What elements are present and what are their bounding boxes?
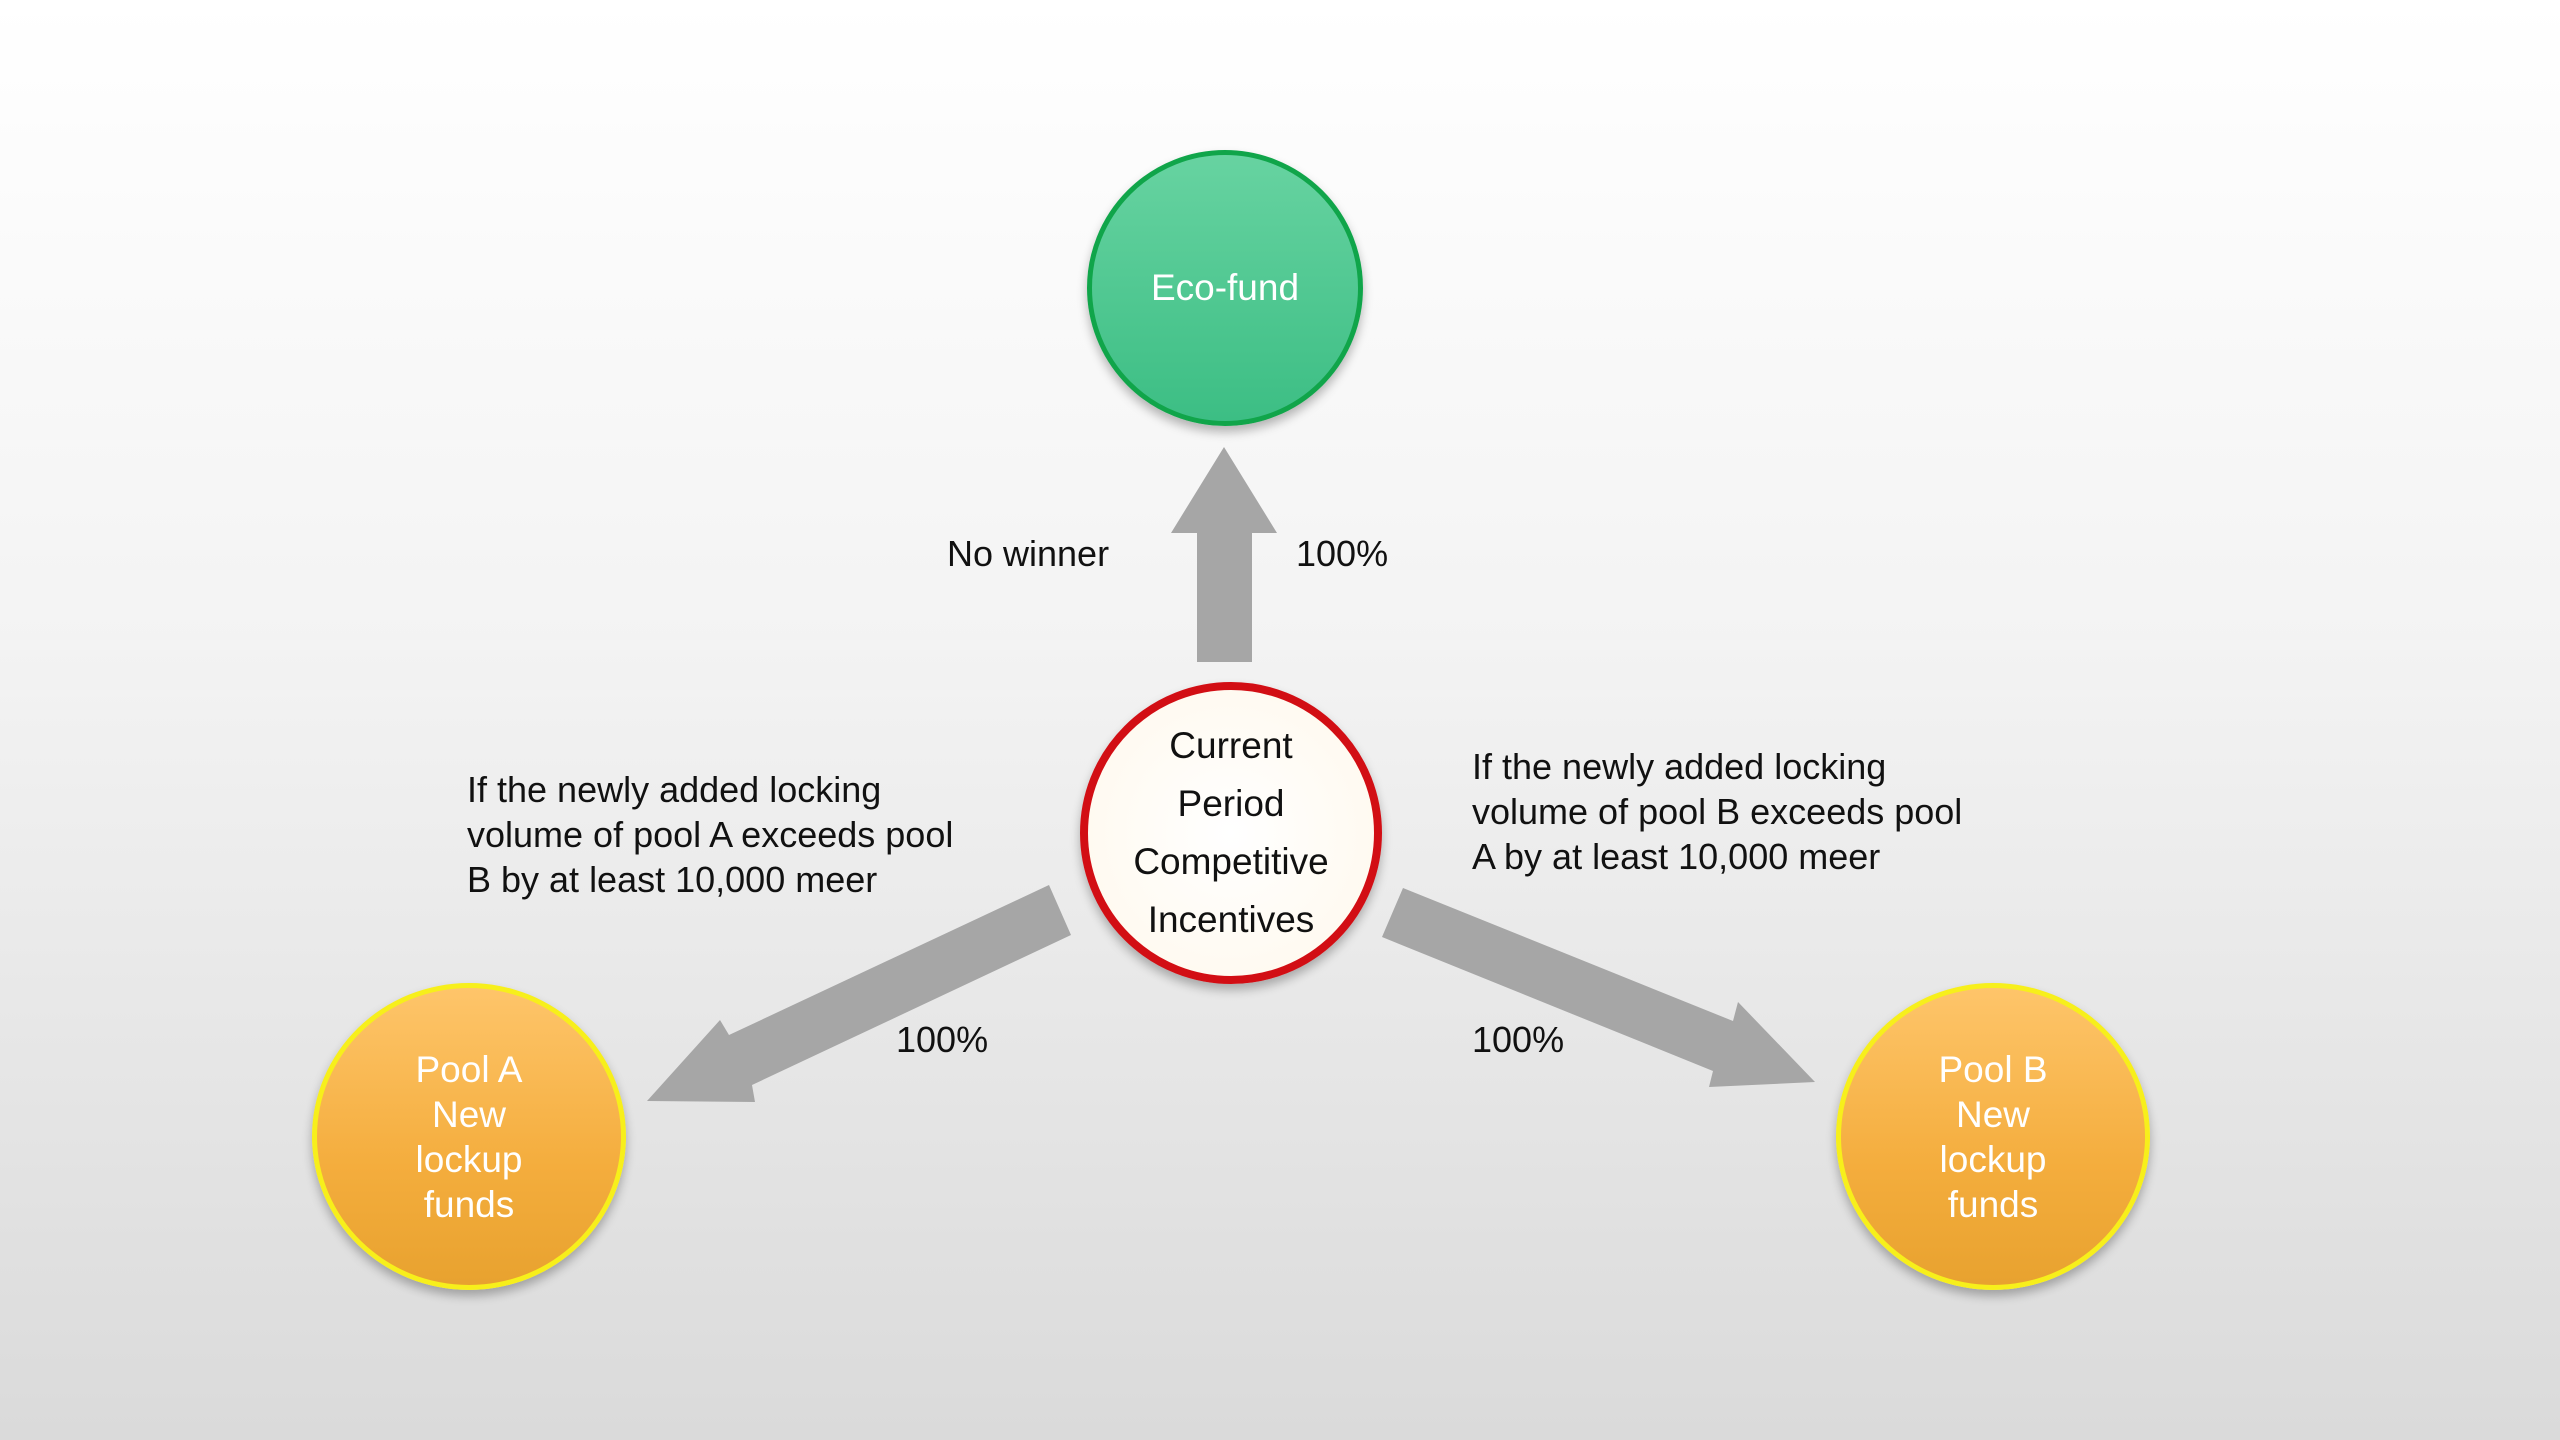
pool-a-condition-line-1: If the newly added locking bbox=[467, 769, 882, 810]
pool-b-share-label: 100% bbox=[1472, 1019, 1565, 1060]
current-incentives-node: Current Period Competitive Incentives bbox=[1080, 682, 1382, 984]
pool-b-line-3: lockup bbox=[1939, 1138, 2047, 1180]
pool-b-condition-line-2: volume of pool B exceeds pool bbox=[1472, 791, 1963, 832]
pool-a-condition-line-2: volume of pool A exceeds pool bbox=[467, 814, 954, 855]
pool-b-line-2: New bbox=[1955, 1093, 2031, 1135]
pool-a-line-3: lockup bbox=[415, 1138, 523, 1180]
current-node-line-4: Incentives bbox=[1147, 899, 1315, 940]
eco-fund-label: Eco-fund bbox=[1150, 267, 1300, 308]
no-winner-label: No winner bbox=[947, 533, 1110, 574]
eco-fund-share-label: 100% bbox=[1296, 533, 1389, 574]
pool-b-line-4: funds bbox=[1947, 1183, 2039, 1225]
current-node-line-3: Competitive bbox=[1133, 841, 1329, 882]
pool-b-condition-line-3: A by at least 10,000 meer bbox=[1472, 836, 1881, 877]
eco-fund-node: Eco-fund bbox=[1087, 150, 1363, 426]
pool-a-share-label: 100% bbox=[896, 1019, 989, 1060]
pool-b-node: Pool B New lockup funds bbox=[1836, 983, 2150, 1290]
current-node-line-1: Current bbox=[1169, 725, 1293, 766]
pool-a-condition: If the newly added locking volume of poo… bbox=[467, 767, 1027, 902]
flow-diagram: Eco-fund Current Period Competitive Ince… bbox=[0, 0, 2560, 1440]
arrow-to-pool-a bbox=[647, 885, 1071, 1102]
arrow-to-eco-fund bbox=[1171, 447, 1277, 662]
pool-a-line-1: Pool A bbox=[415, 1048, 523, 1090]
pool-a-condition-line-3: B by at least 10,000 meer bbox=[467, 859, 878, 900]
current-node-line-2: Period bbox=[1177, 783, 1285, 824]
arrow-to-pool-b bbox=[1382, 888, 1815, 1087]
pool-a-line-4: funds bbox=[423, 1183, 515, 1225]
pool-a-node: Pool A New lockup funds bbox=[312, 983, 626, 1290]
pool-a-line-2: New bbox=[431, 1093, 507, 1135]
pool-b-condition-line-1: If the newly added locking bbox=[1472, 746, 1887, 787]
pool-b-line-1: Pool B bbox=[1938, 1048, 2048, 1090]
pool-b-condition: If the newly added locking volume of poo… bbox=[1472, 744, 2032, 879]
